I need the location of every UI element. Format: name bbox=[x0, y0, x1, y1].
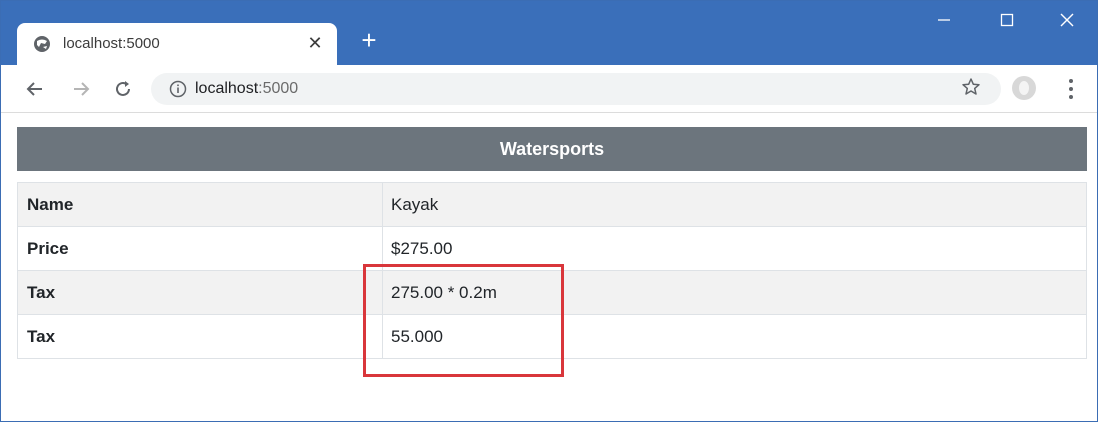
row-label: Tax bbox=[17, 314, 383, 359]
browser-tab[interactable]: localhost:5000 ✕ bbox=[17, 23, 337, 65]
tab-title: localhost:5000 bbox=[63, 35, 160, 52]
title-bar: localhost:5000 ✕ + bbox=[1, 1, 1097, 65]
page-content: Watersports Name Kayak Price $275.00 Tax… bbox=[1, 114, 1097, 421]
address-bar[interactable]: localhost:5000 bbox=[151, 73, 1001, 105]
row-value: Kayak bbox=[382, 182, 1087, 227]
row-label: Price bbox=[17, 226, 383, 271]
table-row: Name Kayak bbox=[17, 182, 1087, 227]
close-icon[interactable]: ✕ bbox=[305, 31, 325, 55]
minimize-icon[interactable] bbox=[924, 5, 964, 35]
arrow-right-icon[interactable] bbox=[67, 75, 95, 103]
browser-window: localhost:5000 ✕ + localhost:5000 Waters… bbox=[0, 0, 1098, 422]
avatar-icon[interactable] bbox=[1012, 76, 1036, 100]
kebab-menu-icon[interactable] bbox=[1061, 75, 1081, 103]
row-label: Tax bbox=[17, 270, 383, 315]
star-icon[interactable] bbox=[959, 75, 983, 99]
highlight-annotation bbox=[363, 264, 564, 377]
plus-icon[interactable]: + bbox=[355, 27, 383, 55]
avatar-inner bbox=[1019, 81, 1029, 95]
url-host: localhost bbox=[195, 80, 259, 97]
page-heading: Watersports bbox=[17, 127, 1087, 171]
row-label: Name bbox=[17, 182, 383, 227]
url-port: :5000 bbox=[258, 80, 299, 97]
maximize-icon[interactable] bbox=[987, 5, 1027, 35]
browser-toolbar: localhost:5000 bbox=[1, 65, 1097, 113]
address-url: localhost:5000 bbox=[195, 80, 298, 98]
close-icon[interactable] bbox=[1047, 5, 1087, 35]
globe-icon bbox=[34, 36, 50, 52]
reload-icon[interactable] bbox=[109, 75, 137, 103]
info-icon[interactable] bbox=[169, 80, 187, 98]
arrow-left-icon[interactable] bbox=[21, 75, 49, 103]
